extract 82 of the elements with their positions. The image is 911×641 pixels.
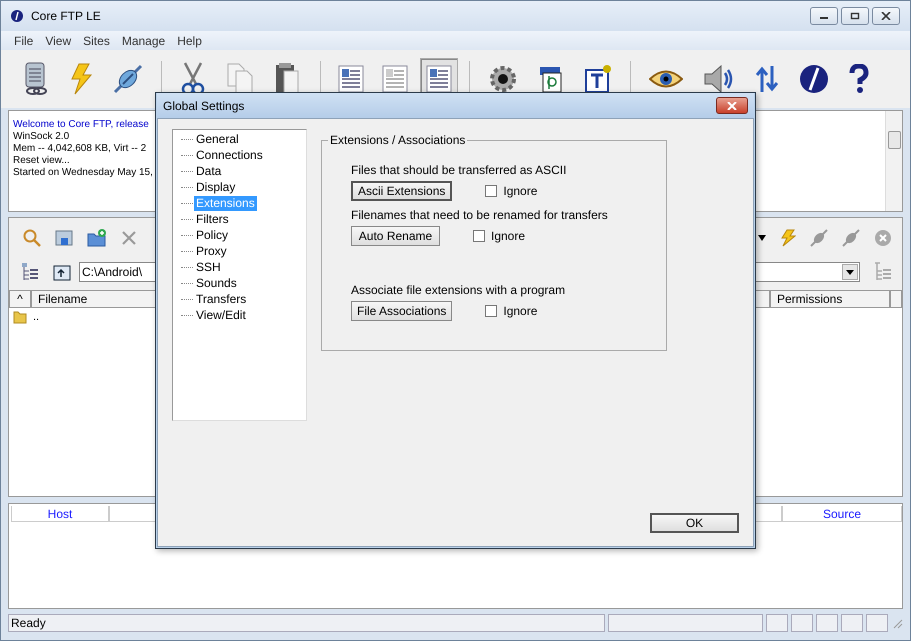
menu-item[interactable]: Manage xyxy=(116,34,172,48)
lightning-icon[interactable] xyxy=(780,229,796,247)
log-line: WinSock 2.0 xyxy=(13,131,70,143)
menu-item[interactable]: Help xyxy=(171,34,208,48)
lightning-icon[interactable] xyxy=(69,63,93,95)
tree-icon[interactable] xyxy=(21,262,39,282)
tree-item[interactable]: SSH xyxy=(194,260,223,274)
status-panel xyxy=(766,614,788,632)
tree-item[interactable]: Connections xyxy=(194,148,265,162)
server-icon[interactable] xyxy=(23,62,49,96)
tree-item[interactable]: Proxy xyxy=(194,244,229,258)
column-header[interactable]: Permissions xyxy=(770,290,890,308)
tree-icon xyxy=(874,262,892,282)
tree-item[interactable]: General xyxy=(194,132,241,146)
checkbox[interactable] xyxy=(485,305,498,317)
tree-item[interactable]: Transfers xyxy=(194,292,248,306)
plug-icon[interactable] xyxy=(113,64,143,94)
checkbox[interactable] xyxy=(485,185,498,197)
status-panel xyxy=(841,614,864,632)
close-icon xyxy=(727,102,737,110)
status-panel xyxy=(816,614,838,632)
close-button[interactable] xyxy=(716,97,748,114)
folder-up-icon[interactable] xyxy=(53,263,71,281)
section-description: Associate file extensions with a program xyxy=(351,283,566,297)
status-panel xyxy=(791,614,814,632)
column-header[interactable]: ^ xyxy=(9,290,31,308)
log-line: Mem -- 4,042,608 KB, Virt -- 2 xyxy=(13,143,146,155)
speaker-icon[interactable] xyxy=(703,64,735,94)
checkbox-label[interactable]: Ignore xyxy=(491,229,526,243)
log-line: Welcome to Core FTP, release xyxy=(13,119,149,131)
status-panel xyxy=(866,614,888,632)
checkbox-label[interactable]: Ignore xyxy=(503,184,538,198)
maximize-button[interactable] xyxy=(841,7,869,25)
settings-button[interactable]: File Associations xyxy=(351,301,452,321)
menu-item[interactable]: File xyxy=(8,34,40,48)
checkbox-label[interactable]: Ignore xyxy=(503,304,538,318)
menu-item[interactable]: View xyxy=(39,34,78,48)
section-description: Filenames that need to be renamed for transfers xyxy=(351,208,609,222)
window-title: Core FTP LE xyxy=(31,9,101,23)
section-description: Files that should be transferred as ASCII xyxy=(351,163,568,177)
tree-item[interactable]: Policy xyxy=(194,228,230,242)
new-folder-icon[interactable] xyxy=(87,229,107,247)
help-icon[interactable] xyxy=(849,64,869,94)
tree-item[interactable]: Filters xyxy=(194,212,231,226)
minimize-button[interactable] xyxy=(810,7,838,25)
checkbox[interactable] xyxy=(473,230,485,242)
text-tool-icon[interactable] xyxy=(584,64,612,94)
logo-icon xyxy=(11,10,23,22)
column-header[interactable]: Source xyxy=(782,506,902,522)
caret-icon[interactable] xyxy=(758,235,766,241)
tree-item[interactable]: Data xyxy=(194,164,224,178)
plug-icon xyxy=(842,229,860,247)
plug-icon xyxy=(810,229,828,247)
folder-icon xyxy=(13,310,27,324)
tree-item[interactable]: Display xyxy=(194,180,238,194)
scroll-bar[interactable] xyxy=(885,111,902,211)
column-header[interactable]: Host xyxy=(11,506,109,522)
dialog-title: Global Settings xyxy=(163,98,244,112)
resize-grip-icon[interactable] xyxy=(891,617,904,629)
maximize-icon xyxy=(850,12,860,20)
logo-icon[interactable] xyxy=(799,64,829,94)
script-icon[interactable] xyxy=(538,64,564,94)
cancel-icon xyxy=(874,229,892,247)
save-icon[interactable] xyxy=(55,229,73,247)
settings-button[interactable]: Auto Rename xyxy=(351,226,440,246)
ok-button[interactable]: OK xyxy=(650,513,739,533)
column-header[interactable] xyxy=(890,290,902,308)
group-title: Extensions / Associations xyxy=(328,133,468,147)
close-button[interactable] xyxy=(872,7,900,25)
search-icon[interactable] xyxy=(23,229,41,247)
tree-item[interactable]: Sounds xyxy=(194,276,239,290)
close-icon xyxy=(881,12,891,20)
menu-item[interactable]: Sites xyxy=(77,34,116,48)
log-line: Started on Wednesday May 15, xyxy=(13,167,153,179)
settings-button[interactable]: Ascii Extensions xyxy=(351,181,452,201)
eye-icon[interactable] xyxy=(649,68,683,90)
tree-item[interactable]: View/Edit xyxy=(194,308,248,322)
transfer-arrows-icon[interactable] xyxy=(755,64,779,94)
status-text: Ready xyxy=(8,614,606,632)
dropdown-arrow-icon xyxy=(846,270,854,274)
file-name[interactable]: .. xyxy=(33,311,40,323)
log-line: Reset view... xyxy=(13,155,70,167)
